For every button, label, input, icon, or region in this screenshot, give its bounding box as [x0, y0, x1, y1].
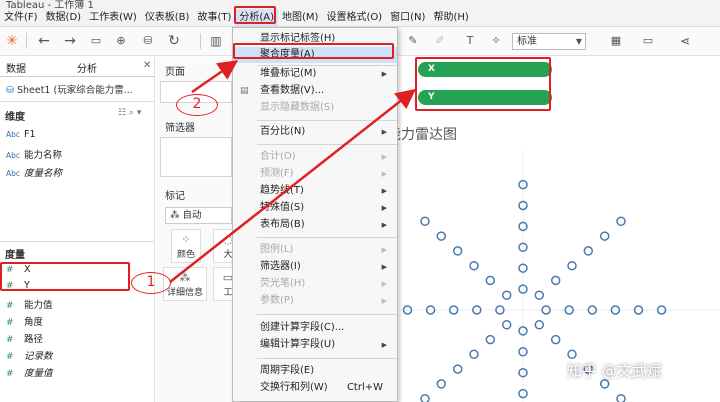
- annotation-arrows: [169, 60, 416, 283]
- arrow-to-pills: [169, 88, 416, 283]
- arrow-to-aggregate-measures: [191, 60, 239, 94]
- tableau-window: Tableau - 工作簿 1 文件(F) 数据(D) 工作表(W) 仪表板(B…: [0, 0, 720, 402]
